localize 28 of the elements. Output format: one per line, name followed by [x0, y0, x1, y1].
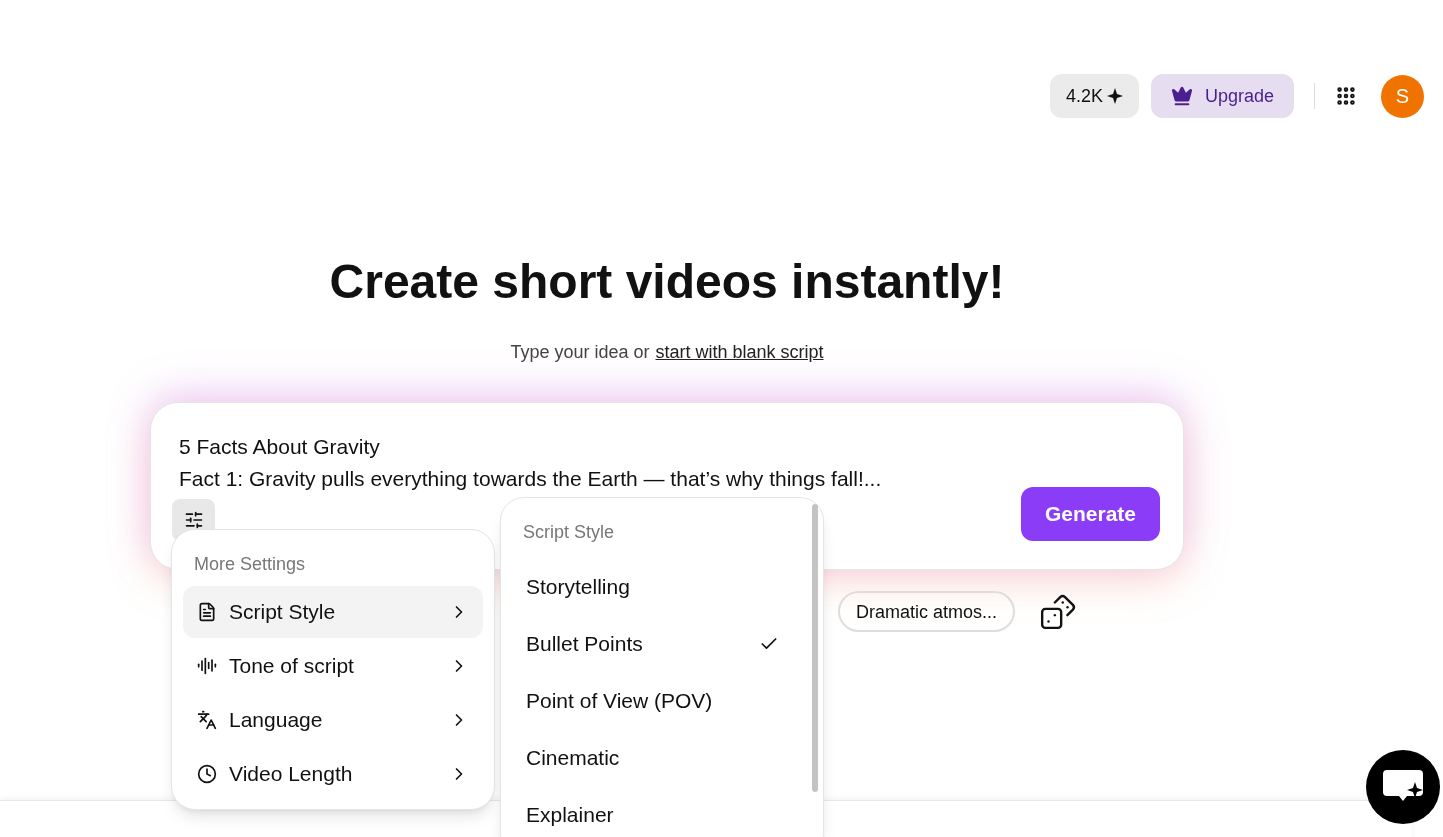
upgrade-button[interactable]: Upgrade	[1150, 74, 1294, 118]
menu-item[interactable]: Language	[183, 694, 483, 746]
translate-icon	[197, 710, 217, 730]
menu-heading: More Settings	[193, 553, 307, 576]
credits-badge[interactable]: 4.2K	[1049, 74, 1139, 118]
menu-item[interactable]: Tone of script	[183, 640, 483, 692]
document-icon	[197, 602, 217, 622]
crown-icon	[1170, 85, 1193, 107]
subtitle-text: Type your idea or	[510, 341, 650, 364]
dice-icon[interactable]	[1039, 592, 1078, 631]
menu-option[interactable]: Storytelling	[523, 558, 823, 615]
voice-icon	[197, 656, 217, 676]
sparkle-icon	[1106, 88, 1123, 104]
menu-option[interactable]: Point of View (POV)	[523, 672, 823, 729]
menu-item[interactable]: Script Style	[183, 586, 483, 638]
menu-item[interactable]: Video Length	[183, 748, 483, 800]
apps-grid-icon[interactable]	[1335, 85, 1357, 107]
suggestion-chip[interactable]: Dramatic atmos...	[838, 591, 1016, 632]
generate-button[interactable]: Generate	[1020, 487, 1160, 541]
menu-heading: Script Style	[523, 521, 616, 544]
scrollbar[interactable]	[812, 504, 818, 792]
sliders-icon	[183, 510, 204, 530]
menu-option[interactable]: Cinematic	[523, 729, 823, 786]
clock-icon	[197, 764, 217, 784]
page-title: Create short videos instantly!	[329, 254, 1005, 310]
blank-script-link[interactable]: start with blank script	[655, 338, 824, 366]
menu-option[interactable]: Explainer	[523, 786, 823, 837]
menu-option[interactable]: Bullet Points	[523, 615, 823, 672]
